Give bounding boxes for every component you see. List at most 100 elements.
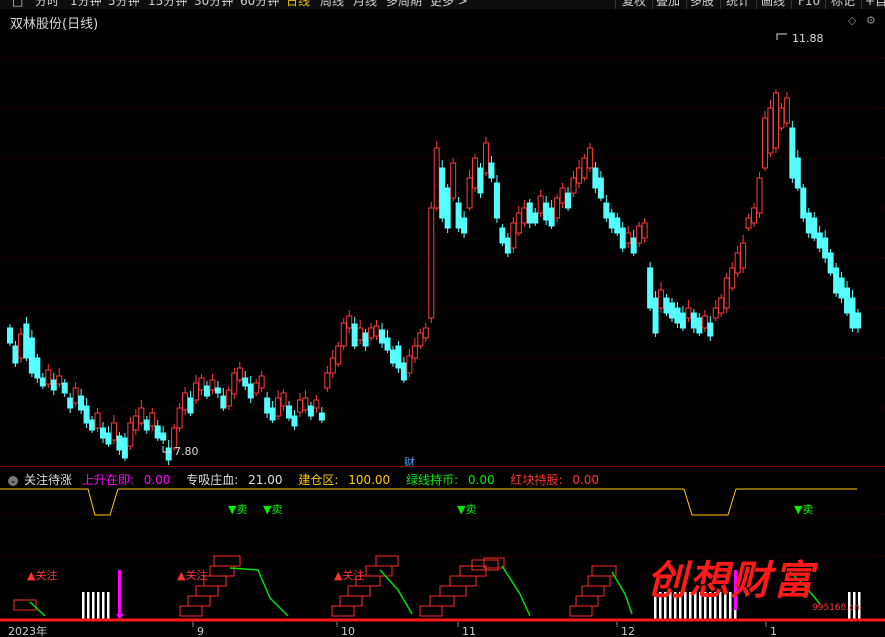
- diamond-icon[interactable]: ◇: [848, 14, 856, 27]
- red-block: [591, 565, 617, 577]
- candle: [307, 405, 314, 417]
- candle: [450, 162, 457, 199]
- candle: [515, 212, 522, 234]
- candle: [61, 382, 68, 394]
- tab-30min[interactable]: 30分钟: [194, 0, 233, 8]
- candle: [422, 327, 429, 339]
- candle: [521, 207, 528, 224]
- candle: [679, 312, 686, 329]
- candle: [816, 232, 823, 249]
- tab-15min[interactable]: 15分钟: [148, 0, 187, 8]
- white-bar: [102, 592, 105, 620]
- tab-multi-period[interactable]: 多周期: [386, 0, 422, 8]
- candle: [554, 197, 561, 219]
- candle: [121, 437, 128, 459]
- candle: [800, 187, 807, 219]
- candle: [291, 415, 298, 427]
- candle: [302, 397, 309, 411]
- candle: [740, 242, 747, 269]
- candle: [236, 367, 243, 381]
- candle: [701, 315, 708, 329]
- candle: [614, 217, 621, 234]
- candle: [466, 177, 473, 209]
- candle: [570, 177, 577, 194]
- candlestick-chart[interactable]: 11.88 7.80 财: [0, 28, 885, 468]
- candle: [663, 297, 670, 314]
- white-bar: [92, 592, 95, 620]
- candle: [242, 377, 249, 387]
- btn-stats[interactable]: 统计: [726, 0, 750, 8]
- axis-label: 11: [462, 625, 476, 637]
- candle: [83, 405, 90, 424]
- btn-f10[interactable]: F10: [798, 0, 820, 8]
- candle: [368, 327, 375, 339]
- candle: [384, 337, 391, 351]
- candle: [94, 412, 101, 429]
- candle: [313, 399, 320, 409]
- axis-label: 2023年: [8, 624, 47, 637]
- candle: [778, 107, 785, 129]
- candle: [357, 327, 364, 341]
- white-bar: [97, 592, 100, 620]
- tab-weekly[interactable]: 周线: [320, 0, 344, 8]
- red-block: [187, 595, 211, 607]
- btn-adjust[interactable]: 复权: [622, 0, 646, 8]
- tab-60min[interactable]: 60分钟: [240, 0, 279, 8]
- candle: [132, 415, 139, 431]
- tab-5min[interactable]: 5分钟: [108, 0, 140, 8]
- tab-intraday[interactable]: 分时: [35, 0, 59, 8]
- candle: [718, 297, 725, 314]
- tab-more[interactable]: 更多 >: [430, 0, 468, 8]
- red-block: [429, 595, 455, 607]
- candle: [597, 177, 604, 199]
- green-line: [229, 567, 289, 617]
- candle: [652, 297, 659, 334]
- magenta-bar: [118, 570, 121, 618]
- collapse-icon[interactable]: ⌄: [8, 476, 18, 486]
- candle: [625, 232, 632, 244]
- candle: [548, 207, 555, 227]
- candle: [586, 147, 593, 169]
- btn-mark[interactable]: 标记: [831, 0, 855, 8]
- red-block: [347, 585, 371, 597]
- candle: [247, 383, 254, 399]
- candle: [543, 202, 550, 221]
- red-block: [587, 575, 611, 587]
- candle: [351, 323, 358, 347]
- tab-daily[interactable]: 日线: [286, 0, 310, 8]
- candle: [34, 357, 41, 379]
- menu-icon[interactable]: □: [12, 0, 23, 8]
- red-block: [179, 605, 203, 617]
- candle: [89, 419, 96, 431]
- candle: [318, 412, 325, 421]
- candle: [745, 217, 752, 229]
- candle: [734, 252, 741, 274]
- candle: [286, 405, 293, 419]
- candle: [45, 369, 52, 385]
- indicator-name[interactable]: 关注待涨: [24, 473, 72, 487]
- red-block: [375, 555, 399, 567]
- tab-monthly[interactable]: 月线: [353, 0, 377, 8]
- candle: [264, 397, 271, 414]
- candle: [767, 107, 774, 154]
- candle: [855, 312, 861, 329]
- red-block: [449, 575, 477, 587]
- settings-icon[interactable]: ⚙: [866, 14, 876, 27]
- tab-1min[interactable]: 1分钟: [70, 0, 102, 8]
- axis-label: 9: [197, 625, 204, 637]
- candle: [822, 237, 829, 259]
- candle: [56, 375, 63, 385]
- candle: [723, 277, 730, 309]
- btn-add-watch[interactable]: +自: [865, 0, 885, 8]
- candle: [203, 385, 210, 397]
- red-block: [195, 585, 219, 597]
- candle: [751, 207, 758, 224]
- candle: [72, 387, 79, 404]
- btn-multi-stock[interactable]: 多股: [690, 0, 714, 8]
- candle: [28, 337, 35, 374]
- btn-draw[interactable]: 画线: [761, 0, 785, 8]
- red-block: [569, 605, 593, 617]
- candle: [50, 379, 57, 391]
- candle: [373, 325, 380, 337]
- btn-overlay[interactable]: 叠加: [656, 0, 680, 8]
